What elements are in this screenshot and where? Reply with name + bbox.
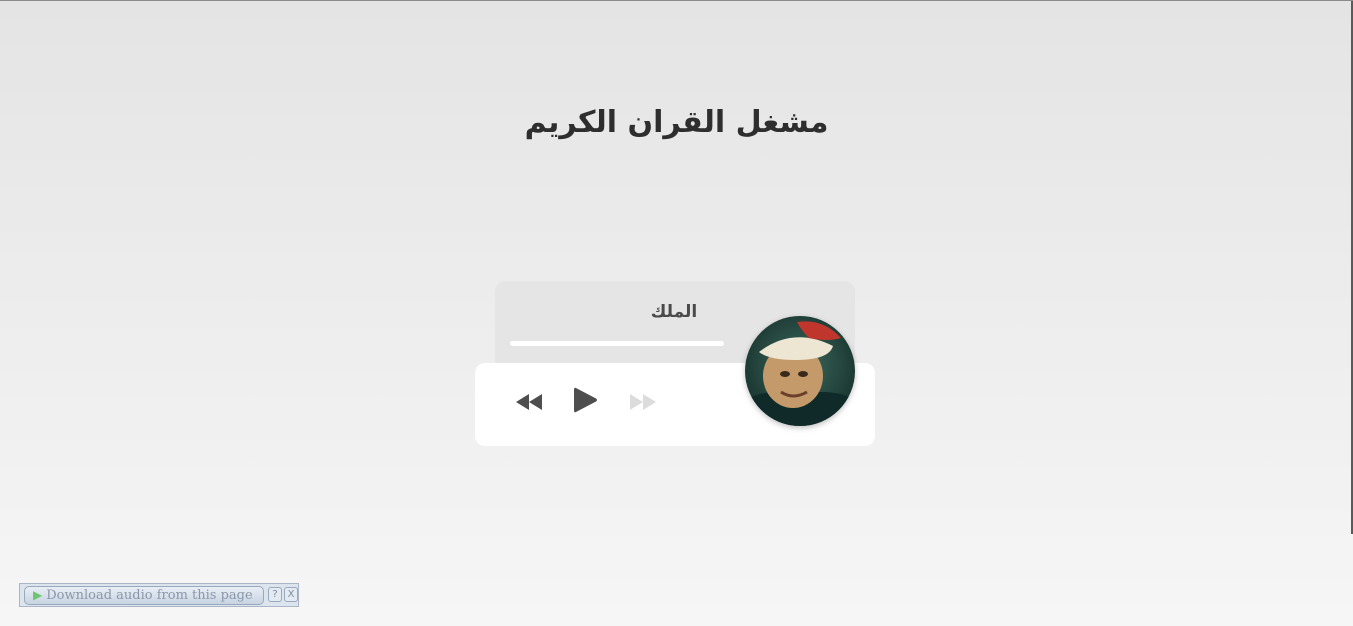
close-button[interactable]: X	[284, 587, 298, 602]
progress-bar[interactable]	[510, 341, 724, 346]
download-extension-bar: ▶ Download audio from this page ? X	[19, 583, 299, 607]
play-icon: ▶	[33, 588, 43, 602]
play-icon	[574, 387, 597, 413]
download-audio-button[interactable]: ▶ Download audio from this page	[24, 586, 264, 605]
reciter-cover-image	[745, 316, 855, 426]
download-audio-label: Download audio from this page	[46, 588, 253, 603]
help-button[interactable]: ?	[268, 587, 282, 602]
backward-icon	[516, 394, 542, 410]
page-title: مشغل القران الكريم	[524, 105, 829, 140]
track-title: الملك	[650, 302, 698, 322]
forward-icon	[630, 394, 656, 410]
next-button[interactable]	[629, 393, 657, 411]
prev-button[interactable]	[515, 393, 543, 411]
play-button[interactable]	[573, 386, 599, 414]
